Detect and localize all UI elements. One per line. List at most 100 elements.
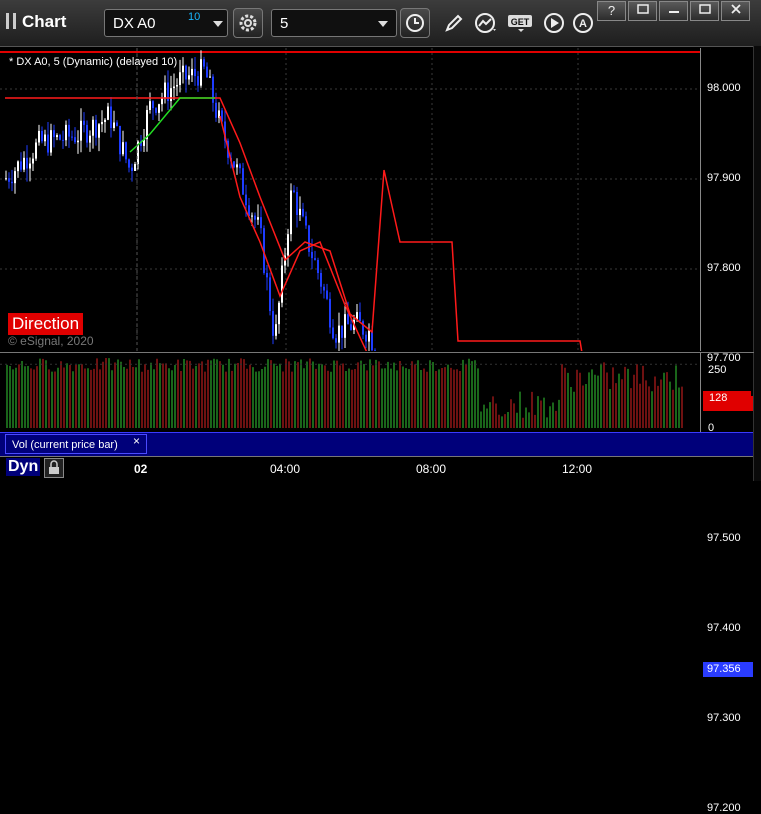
time-label: 04:00 bbox=[270, 462, 301, 476]
price-bar-body bbox=[65, 124, 67, 141]
price-bar-body bbox=[200, 59, 202, 86]
draw-tool-button[interactable] bbox=[440, 10, 468, 36]
price-bar-body bbox=[338, 325, 340, 343]
price-tick-label: 97.800 bbox=[707, 262, 741, 274]
settings-button[interactable] bbox=[233, 8, 263, 38]
study-icon bbox=[475, 13, 496, 33]
volume-pane[interactable] bbox=[0, 352, 700, 433]
price-bar-body bbox=[293, 190, 295, 192]
minimize-button[interactable] bbox=[659, 1, 688, 21]
price-bar-body bbox=[155, 108, 157, 113]
price-bar-body bbox=[50, 130, 52, 153]
price-bar-body bbox=[125, 142, 127, 160]
price-chart[interactable] bbox=[0, 48, 700, 814]
lock-icon bbox=[49, 460, 59, 474]
maximize-button[interactable] bbox=[690, 1, 719, 21]
svg-text:A: A bbox=[579, 18, 587, 30]
close-icon bbox=[730, 4, 741, 14]
price-bar-body bbox=[158, 104, 160, 113]
price-tick-label: 97.500 bbox=[707, 532, 741, 544]
price-tick-label: 97.400 bbox=[707, 622, 741, 634]
study-button[interactable] bbox=[472, 10, 500, 36]
chevron-down-icon[interactable] bbox=[213, 21, 223, 27]
price-bar-body bbox=[311, 251, 313, 259]
time-axis[interactable]: 02 04:00 08:00 12:00 bbox=[0, 456, 753, 482]
support-line bbox=[129, 97, 215, 153]
chevron-down-icon[interactable] bbox=[378, 21, 388, 27]
price-bar-body bbox=[260, 217, 262, 229]
help-button[interactable]: ? bbox=[597, 1, 626, 21]
price-bar-body bbox=[101, 121, 103, 125]
price-bar-body bbox=[47, 134, 49, 153]
lock-button[interactable] bbox=[44, 458, 64, 478]
price-bar-body bbox=[290, 190, 292, 235]
direction-label: Direction bbox=[8, 313, 84, 335]
restore-button[interactable] bbox=[628, 1, 657, 21]
price-bar-body bbox=[254, 215, 256, 220]
price-bar-body bbox=[86, 124, 88, 143]
price-bar-body bbox=[122, 142, 124, 155]
price-bar-body bbox=[182, 65, 184, 73]
price-bar-body bbox=[14, 171, 16, 184]
price-bar-body bbox=[281, 265, 283, 303]
volume-close-button[interactable]: × bbox=[133, 434, 140, 448]
price-bar-body bbox=[83, 120, 85, 125]
price-bar-body bbox=[302, 208, 304, 217]
window-controls: ? bbox=[597, 1, 750, 23]
scroll-strip[interactable] bbox=[753, 46, 761, 481]
play-button[interactable] bbox=[540, 10, 568, 36]
settings-icon bbox=[239, 14, 257, 32]
price-bar-body bbox=[77, 140, 79, 143]
window-title-text: Chart bbox=[22, 12, 67, 31]
price-bar-body bbox=[251, 215, 253, 217]
price-bar-body bbox=[365, 334, 367, 342]
price-tag: 97.356 bbox=[703, 661, 753, 677]
symbol-input[interactable]: DX A0 10 bbox=[104, 9, 228, 37]
time-button[interactable] bbox=[400, 8, 430, 38]
price-bar-body bbox=[299, 208, 301, 215]
interval-input[interactable]: 5 bbox=[271, 9, 397, 37]
price-bar-body bbox=[92, 119, 94, 136]
price-bar-body bbox=[149, 101, 151, 111]
volume-axis[interactable]: 250 128 0 bbox=[700, 352, 754, 434]
price-bar-body bbox=[104, 119, 106, 122]
price-bar-body bbox=[317, 259, 319, 274]
volume-tick: 250 bbox=[708, 364, 727, 376]
time-label: 02 bbox=[134, 462, 148, 476]
minimize-icon bbox=[668, 11, 679, 13]
price-bar-body bbox=[332, 327, 334, 339]
dynamic-mode-label[interactable]: Dyn bbox=[6, 458, 41, 476]
price-bar-body bbox=[374, 350, 376, 360]
price-bar-body bbox=[41, 130, 43, 142]
alert-button[interactable]: A bbox=[569, 10, 597, 36]
price-bar-body bbox=[341, 325, 343, 338]
get-button[interactable]: GET bbox=[505, 10, 539, 36]
get-icon: GET bbox=[508, 15, 532, 32]
price-bar-body bbox=[11, 181, 13, 184]
price-bar-body bbox=[245, 194, 247, 206]
price-bar-body bbox=[152, 101, 154, 109]
price-bar-body bbox=[62, 139, 64, 141]
restore-icon bbox=[636, 4, 649, 14]
volume-plot bbox=[0, 358, 700, 428]
price-bar-body bbox=[5, 178, 7, 180]
interval-text: 5 bbox=[280, 15, 289, 32]
price-bar-body bbox=[359, 312, 361, 322]
price-bar-body bbox=[314, 258, 316, 260]
price-bar-body bbox=[203, 59, 205, 67]
toolbar: Chart DX A0 10 5 GET A ? bbox=[0, 0, 761, 47]
price-bar-body bbox=[320, 273, 322, 287]
price-bar-body bbox=[146, 110, 148, 140]
price-tick-label: 97.900 bbox=[707, 172, 741, 184]
close-button[interactable] bbox=[721, 1, 750, 21]
price-bar-body bbox=[74, 137, 76, 143]
price-bar-body bbox=[206, 66, 208, 78]
price-bar-body bbox=[95, 119, 97, 138]
price-bar-body bbox=[113, 122, 115, 129]
price-bar-body bbox=[296, 191, 298, 215]
price-bar-body bbox=[17, 161, 19, 172]
price-bar-body bbox=[242, 168, 244, 195]
price-bar-body bbox=[371, 330, 373, 351]
price-bar-body bbox=[215, 102, 217, 118]
price-bar-body bbox=[128, 159, 130, 168]
